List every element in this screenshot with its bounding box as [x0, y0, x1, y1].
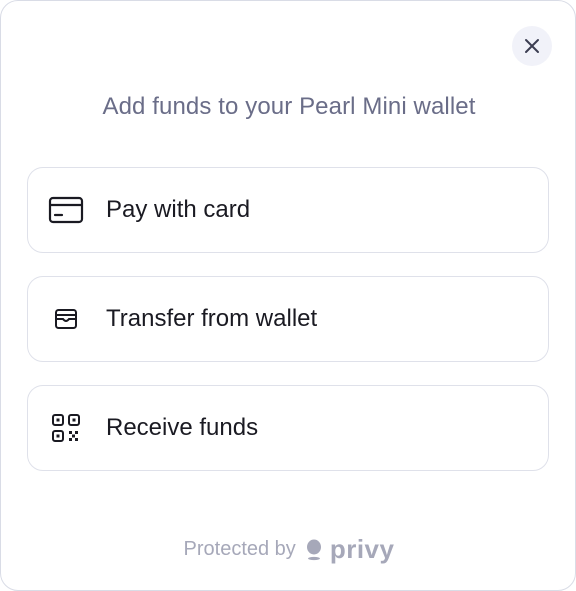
modal-title: Add funds to your Pearl Mini wallet — [102, 93, 476, 120]
receive-funds-button[interactable]: Receive funds — [27, 385, 549, 471]
add-funds-modal: Add funds to your Pearl Mini wallet Pay … — [0, 0, 576, 591]
brand-name: privy — [329, 534, 395, 564]
qr-code-icon — [48, 410, 84, 446]
privy-logo-icon — [306, 539, 321, 560]
footer-prefix: Protected by — [183, 538, 296, 560]
close-button[interactable] — [512, 26, 552, 66]
wallet-icon — [48, 301, 84, 337]
credit-card-icon — [48, 192, 84, 228]
privy-brand: privy — [306, 534, 395, 565]
option-label: Pay with card — [106, 196, 251, 223]
pay-with-card-button[interactable]: Pay with card — [27, 167, 549, 253]
protected-by-footer: Protected by privy — [1, 534, 576, 565]
transfer-from-wallet-button[interactable]: Transfer from wallet — [27, 276, 549, 362]
close-icon — [525, 39, 539, 53]
option-label: Transfer from wallet — [106, 305, 318, 332]
option-label: Receive funds — [106, 414, 259, 441]
